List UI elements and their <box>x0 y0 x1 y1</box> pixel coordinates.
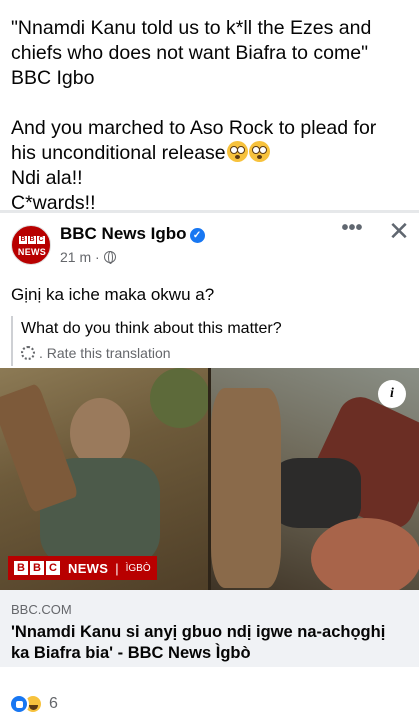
rate-translation-label: . Rate this translation <box>39 345 171 361</box>
caption-line: chiefs who does not want Biafra to come" <box>11 42 369 64</box>
caption-line: his unconditional release <box>11 141 411 166</box>
verified-badge-icon: ✓ <box>189 228 205 243</box>
bbc-news-igbo-watermark: B B C NEWS | ÌGBÒ <box>8 556 157 580</box>
bbc-logo-block: B <box>28 236 36 244</box>
caption-line: BBC Igbo <box>11 67 95 89</box>
globe-icon <box>103 251 116 264</box>
translation-text: What do you think about this matter? <box>21 320 282 337</box>
link-preview-image[interactable]: B B C NEWS | ÌGBÒ i <box>0 368 419 590</box>
post-text: Gịnị ka iche maka okwu a? <box>11 285 215 304</box>
page-name-link[interactable]: BBC News Igbo ✓ <box>60 224 205 244</box>
bbc-logo-block: C <box>37 236 45 244</box>
caption-line-text: his unconditional release <box>11 142 226 164</box>
bbc-logo-block: C <box>46 561 60 575</box>
close-button[interactable]: ✕ <box>386 218 412 244</box>
caption-line: Ndi ala!! <box>11 167 83 189</box>
bbc-logo-block: B <box>30 561 44 575</box>
info-icon[interactable]: i <box>378 380 406 408</box>
meta-separator: · <box>91 249 104 265</box>
avatar-news-label: NEWS <box>17 247 47 257</box>
link-domain: BBC.COM <box>11 602 72 617</box>
watermark-language: ÌGBÒ <box>125 562 151 574</box>
hand-shape <box>311 518 419 590</box>
more-options-button[interactable]: ••• <box>340 218 364 241</box>
translation-block: What do you think about this matter? . R… <box>11 316 411 366</box>
flushed-face-emoji-icon <box>248 141 270 162</box>
watermark-separator: | <box>115 560 119 576</box>
gun-body-shape <box>271 458 361 528</box>
bbc-logo-icon: B B C <box>19 236 45 244</box>
rate-translation-link[interactable]: . Rate this translation <box>21 345 411 361</box>
like-reaction-icon <box>9 694 29 714</box>
wood-shape <box>0 383 80 513</box>
link-preview-footer[interactable]: BBC.COM 'Nnamdi Kanu si anyị gbuo ndị ig… <box>0 590 419 667</box>
bbc-logo-block: B <box>14 561 28 575</box>
leg-shape <box>211 388 281 588</box>
reactions-summary[interactable]: 6 <box>9 694 58 714</box>
caption-line: And you marched to Aso Rock to plead for <box>11 117 377 139</box>
gear-icon <box>21 346 35 360</box>
link-title: 'Nnamdi Kanu si anyị gbuo ndị igwe na-ac… <box>11 623 386 662</box>
page-avatar[interactable]: B B C NEWS <box>11 225 51 265</box>
caption-line: "Nnamdi Kanu told us to k*ll the Ezes an… <box>11 17 372 39</box>
post-meta: 21 m · <box>60 249 116 265</box>
reaction-count: 6 <box>49 695 58 712</box>
bbc-logo-block: B <box>19 236 27 244</box>
watermark-news: NEWS <box>68 560 109 576</box>
shared-caption: "Nnamdi Kanu told us to k*ll the Ezes an… <box>11 16 411 216</box>
flushed-face-emoji-icon <box>226 141 248 162</box>
post-timestamp[interactable]: 21 m <box>60 249 91 265</box>
post-header: B B C NEWS BBC News Igbo ✓ 21 m · ••• ✕ <box>0 213 419 273</box>
page-name: BBC News Igbo <box>60 224 187 243</box>
foliage-shape <box>150 368 210 428</box>
